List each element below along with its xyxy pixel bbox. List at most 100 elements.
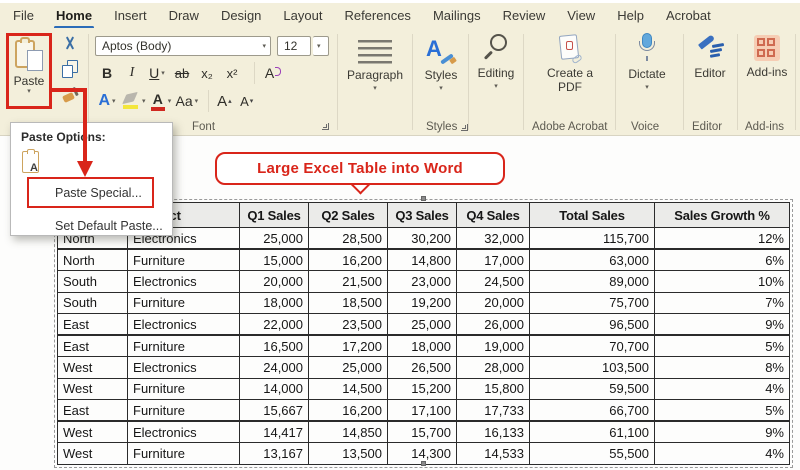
subscript-button[interactable]: x₂ bbox=[196, 62, 218, 84]
create-pdf-button[interactable]: Create a PDF bbox=[543, 28, 597, 95]
table-cell[interactable]: 70,700 bbox=[530, 335, 655, 357]
table-cell[interactable]: West bbox=[58, 443, 128, 465]
table-cell[interactable]: Electronics bbox=[128, 421, 240, 443]
table-cell[interactable]: 12% bbox=[655, 228, 790, 250]
tab-help[interactable]: Help bbox=[616, 6, 645, 25]
paragraph-group-button[interactable]: Paragraph ▾ bbox=[340, 28, 410, 92]
table-cell[interactable]: 17,200 bbox=[309, 335, 388, 357]
table-cell[interactable]: 15,667 bbox=[240, 400, 309, 422]
table-cell[interactable]: South bbox=[58, 292, 128, 314]
tab-references[interactable]: References bbox=[343, 6, 411, 25]
tab-review[interactable]: Review bbox=[502, 6, 547, 25]
table-cell[interactable]: 14,417 bbox=[240, 421, 309, 443]
table-cell[interactable]: Furniture bbox=[128, 292, 240, 314]
table-cell[interactable]: 59,500 bbox=[530, 378, 655, 400]
table-cell[interactable]: 75,700 bbox=[530, 292, 655, 314]
font-name-combo[interactable]: Aptos (Body) ▾ bbox=[95, 36, 271, 56]
table-cell[interactable]: North bbox=[58, 249, 128, 271]
tab-acrobat[interactable]: Acrobat bbox=[665, 6, 712, 25]
tab-mailings[interactable]: Mailings bbox=[432, 6, 482, 25]
table-cell[interactable]: East bbox=[58, 400, 128, 422]
table-cell[interactable]: 14,800 bbox=[388, 249, 457, 271]
table-cell[interactable]: 14,850 bbox=[309, 421, 388, 443]
dictate-button[interactable]: Dictate ▾ bbox=[623, 28, 671, 91]
table-cell[interactable]: Furniture bbox=[128, 378, 240, 400]
tab-design[interactable]: Design bbox=[220, 6, 262, 25]
table-cell[interactable]: 14,533 bbox=[457, 443, 530, 465]
table-cell[interactable]: 4% bbox=[655, 378, 790, 400]
table-cell[interactable]: Electronics bbox=[128, 271, 240, 293]
tab-layout[interactable]: Layout bbox=[282, 6, 323, 25]
table-cell[interactable]: Furniture bbox=[128, 443, 240, 465]
table-cell[interactable]: 15,800 bbox=[457, 378, 530, 400]
table-cell[interactable]: 15,700 bbox=[388, 421, 457, 443]
table-cell[interactable]: 14,500 bbox=[309, 378, 388, 400]
styles-group-button[interactable]: A Styles ▾ bbox=[415, 28, 467, 92]
table-cell[interactable]: 7% bbox=[655, 292, 790, 314]
table-cell[interactable]: 25,000 bbox=[309, 357, 388, 379]
italic-button[interactable]: I bbox=[121, 62, 143, 84]
table-cell[interactable]: 13,500 bbox=[309, 443, 388, 465]
table-cell[interactable]: 8% bbox=[655, 357, 790, 379]
editing-group-button[interactable]: Editing ▾ bbox=[470, 28, 522, 90]
table-cell[interactable]: 30,200 bbox=[388, 228, 457, 250]
table-cell[interactable]: South bbox=[58, 271, 128, 293]
table-cell[interactable]: 15,200 bbox=[388, 378, 457, 400]
sales-table[interactable]: ProductQ1 SalesQ2 SalesQ3 SalesQ4 SalesT… bbox=[57, 202, 790, 465]
phonetic-guide-button[interactable]: A bbox=[254, 62, 276, 84]
table-cell[interactable]: 17,100 bbox=[388, 400, 457, 422]
table-cell[interactable]: West bbox=[58, 421, 128, 443]
table-cell[interactable]: 18,000 bbox=[388, 335, 457, 357]
table-cell[interactable]: Furniture bbox=[128, 335, 240, 357]
table-cell[interactable]: 32,000 bbox=[457, 228, 530, 250]
table-cell[interactable]: 9% bbox=[655, 421, 790, 443]
table-cell[interactable]: East bbox=[58, 335, 128, 357]
table-cell[interactable]: Electronics bbox=[128, 357, 240, 379]
table-cell[interactable]: 61,100 bbox=[530, 421, 655, 443]
table-cell[interactable]: 13,167 bbox=[240, 443, 309, 465]
superscript-button[interactable]: x² bbox=[221, 62, 243, 84]
table-cell[interactable]: 55,500 bbox=[530, 443, 655, 465]
table-cell[interactable]: 6% bbox=[655, 249, 790, 271]
table-cell[interactable]: 20,000 bbox=[240, 271, 309, 293]
tab-view[interactable]: View bbox=[566, 6, 596, 25]
table-cell[interactable]: 96,500 bbox=[530, 314, 655, 336]
table-cell[interactable]: 4% bbox=[655, 443, 790, 465]
table-cell[interactable]: 25,000 bbox=[240, 228, 309, 250]
table-cell[interactable]: 103,500 bbox=[530, 357, 655, 379]
table-cell[interactable]: 28,500 bbox=[309, 228, 388, 250]
table-cell[interactable]: 21,500 bbox=[309, 271, 388, 293]
table-cell[interactable]: East bbox=[58, 314, 128, 336]
table-cell[interactable]: West bbox=[58, 378, 128, 400]
table-cell[interactable]: 28,000 bbox=[457, 357, 530, 379]
table-cell[interactable]: 20,000 bbox=[457, 292, 530, 314]
table-cell[interactable]: 17,733 bbox=[457, 400, 530, 422]
table-cell[interactable]: Furniture bbox=[128, 400, 240, 422]
table-cell[interactable]: 5% bbox=[655, 335, 790, 357]
table-cell[interactable]: Furniture bbox=[128, 249, 240, 271]
menu-item-set-default-paste[interactable]: Set Default Paste... bbox=[55, 219, 163, 233]
tab-file[interactable]: File bbox=[12, 6, 35, 25]
table-cell[interactable]: Electronics bbox=[128, 314, 240, 336]
styles-dialog-launcher-icon[interactable] bbox=[461, 124, 468, 131]
table-cell[interactable]: 115,700 bbox=[530, 228, 655, 250]
font-size-dropdown[interactable]: ▾ bbox=[313, 36, 329, 56]
change-case-button[interactable]: Aa▾ bbox=[176, 90, 199, 112]
table-cell[interactable]: 16,500 bbox=[240, 335, 309, 357]
table-cell[interactable]: 24,000 bbox=[240, 357, 309, 379]
strikethrough-button[interactable]: ab bbox=[171, 62, 193, 84]
table-cell[interactable]: 22,000 bbox=[240, 314, 309, 336]
cut-button[interactable] bbox=[63, 36, 77, 51]
tab-draw[interactable]: Draw bbox=[168, 6, 200, 25]
table-cell[interactable]: 89,000 bbox=[530, 271, 655, 293]
grow-font-button[interactable]: A▴ bbox=[208, 90, 232, 112]
table-cell[interactable]: 66,700 bbox=[530, 400, 655, 422]
table-cell[interactable]: 18,500 bbox=[309, 292, 388, 314]
tab-home[interactable]: Home bbox=[55, 6, 93, 25]
underline-button[interactable]: U▾ bbox=[146, 62, 168, 84]
highlight-button[interactable]: ▾ bbox=[122, 90, 146, 112]
font-color-button[interactable]: A▾ bbox=[150, 90, 172, 112]
table-cell[interactable]: 63,000 bbox=[530, 249, 655, 271]
table-cell[interactable]: 16,133 bbox=[457, 421, 530, 443]
table-cell[interactable]: 5% bbox=[655, 400, 790, 422]
